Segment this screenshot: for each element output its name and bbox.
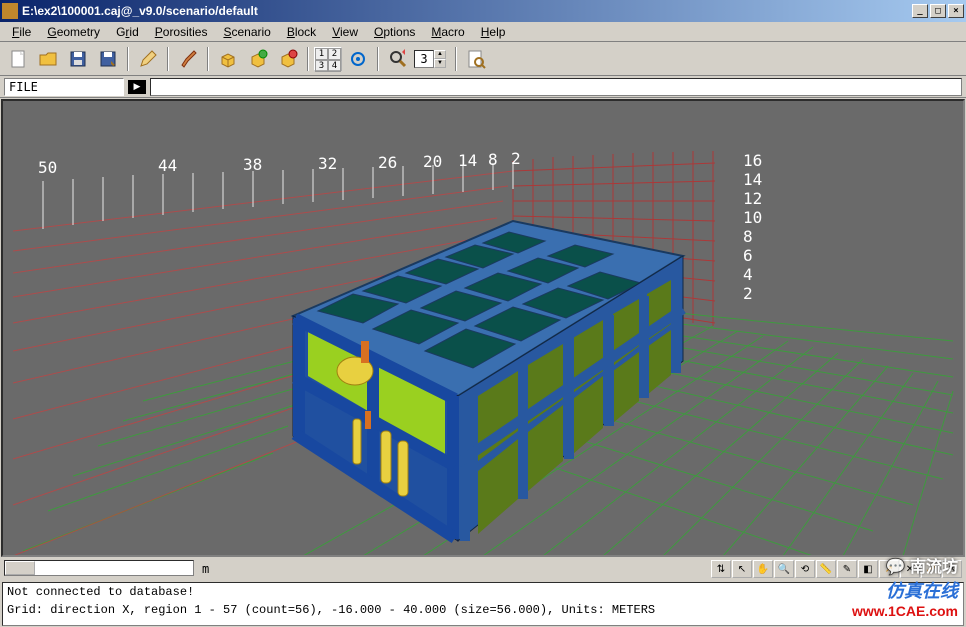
view-z-icon[interactable]: ↗ <box>879 560 899 578</box>
spinner-down[interactable]: ▼ <box>434 59 446 68</box>
bottom-bar: m ⇅ ↖ ✋ 🔍 ⟲ 📏 ✎ ◧ ↗ ✕ ⤢ ✕ <box>0 558 966 580</box>
box-yellow-button[interactable] <box>214 45 242 73</box>
x-label: 32 <box>318 154 337 173</box>
box-add-button[interactable] <box>244 45 272 73</box>
file-bar: FILE ▶ <box>0 76 966 98</box>
status-line-1: Not connected to database! <box>7 585 959 599</box>
z-label: 4 <box>743 265 753 284</box>
x-label: 44 <box>158 156 177 175</box>
zoom-thumb[interactable] <box>5 561 35 575</box>
zoom-button[interactable] <box>384 45 412 73</box>
reset-x-icon[interactable]: ✕ <box>900 560 920 578</box>
save-button[interactable] <box>64 45 92 73</box>
brush-button[interactable] <box>174 45 202 73</box>
z-label: 6 <box>743 246 753 265</box>
status-line-2: Grid: direction X, region 1 - 57 (count=… <box>7 603 959 617</box>
menu-geometry[interactable]: Geometry <box>39 23 108 41</box>
open-button[interactable] <box>34 45 62 73</box>
clear-icon[interactable]: ✕ <box>942 560 962 578</box>
spinner[interactable]: 3 ▲▼ <box>414 47 450 71</box>
menu-bar: File Geometry Grid Porosities Scenario B… <box>0 22 966 42</box>
x-label: 2 <box>511 149 521 168</box>
app-icon <box>2 3 18 19</box>
menu-scenario[interactable]: Scenario <box>215 23 278 41</box>
x-label: 14 <box>458 151 477 170</box>
units-label: m <box>198 560 213 578</box>
grid-selector-button[interactable]: 1234 <box>314 47 342 71</box>
cursor-icon[interactable]: ↖ <box>732 560 752 578</box>
maximize-button[interactable]: □ <box>930 4 946 18</box>
save-as-button[interactable] <box>94 45 122 73</box>
x-label: 8 <box>488 150 498 169</box>
zoom-in-icon[interactable]: 🔍 <box>774 560 794 578</box>
viewport-3d[interactable]: 50 44 38 32 26 20 14 8 2 16 14 12 10 8 6… <box>1 99 965 557</box>
menu-porosities[interactable]: Porosities <box>147 23 216 41</box>
x-label: 26 <box>378 153 397 172</box>
rotate-z-icon[interactable]: ⤢ <box>921 560 941 578</box>
z-label: 12 <box>743 189 762 208</box>
x-label: 20 <box>423 152 442 171</box>
x-label: 38 <box>243 155 262 174</box>
close-button[interactable]: × <box>948 4 964 18</box>
find-page-button[interactable] <box>462 45 490 73</box>
window-title: E:\ex2\100001.caj@_v9.0/scenario/default <box>22 4 912 18</box>
rotate-icon[interactable]: ⟲ <box>795 560 815 578</box>
spinner-up[interactable]: ▲ <box>434 50 446 59</box>
minimize-button[interactable]: _ <box>912 4 928 18</box>
zoom-slider[interactable] <box>4 560 194 576</box>
menu-help[interactable]: Help <box>473 23 514 41</box>
title-bar: E:\ex2\100001.caj@_v9.0/scenario/default… <box>0 0 966 22</box>
spinner-value[interactable]: 3 <box>414 50 434 68</box>
view-toolbar: ⇅ ↖ ✋ 🔍 ⟲ 📏 ✎ ◧ ↗ ✕ ⤢ ✕ <box>711 560 962 578</box>
play-button[interactable]: ▶ <box>128 80 146 94</box>
toolbar: 1234 3 ▲▼ <box>0 42 966 76</box>
command-input[interactable] <box>150 78 962 96</box>
menu-block[interactable]: Block <box>279 23 324 41</box>
z-label: 10 <box>743 208 762 227</box>
z-label: 14 <box>743 170 762 189</box>
status-bar: Not connected to database! Grid: directi… <box>2 582 964 626</box>
pan-icon[interactable]: ✋ <box>753 560 773 578</box>
z-label: 2 <box>743 284 753 303</box>
eraser-icon[interactable]: ◧ <box>858 560 878 578</box>
menu-grid[interactable]: Grid <box>108 23 147 41</box>
arrows-icon[interactable]: ⇅ <box>711 560 731 578</box>
pencil-icon[interactable]: ✎ <box>837 560 857 578</box>
file-label: FILE <box>4 78 124 96</box>
measure-icon[interactable]: 📏 <box>816 560 836 578</box>
menu-view[interactable]: View <box>324 23 366 41</box>
menu-file[interactable]: File <box>4 23 39 41</box>
z-label: 16 <box>743 151 762 170</box>
menu-options[interactable]: Options <box>366 23 423 41</box>
menu-macro[interactable]: Macro <box>423 23 472 41</box>
new-button[interactable] <box>4 45 32 73</box>
z-label: 8 <box>743 227 753 246</box>
x-label: 50 <box>38 158 57 177</box>
target-button[interactable] <box>344 45 372 73</box>
edit-button[interactable] <box>134 45 162 73</box>
box-red-button[interactable] <box>274 45 302 73</box>
